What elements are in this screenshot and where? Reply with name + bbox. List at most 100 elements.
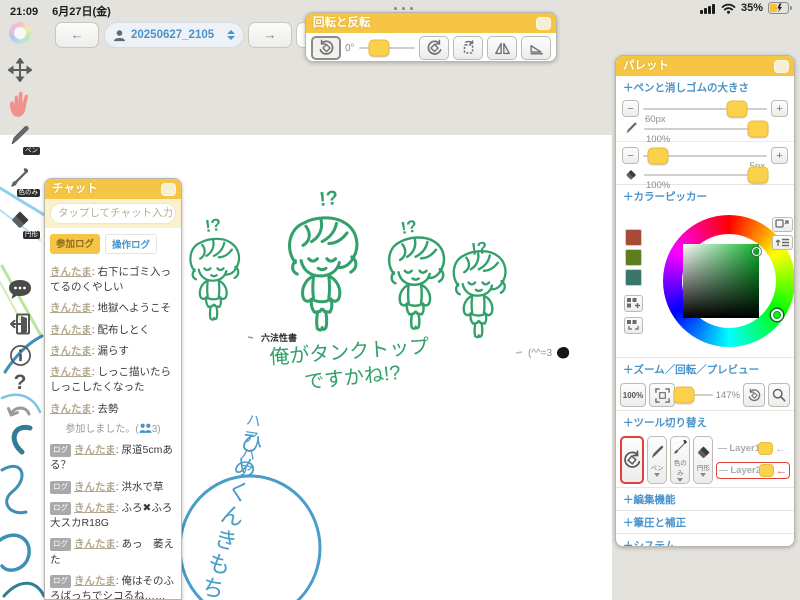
zoom-slider[interactable] xyxy=(673,386,713,404)
battery-percent: 35% xyxy=(740,2,763,14)
palette-panel-header[interactable]: パレット xyxy=(616,56,794,76)
chat-username[interactable]: きんたま xyxy=(74,502,116,514)
pen-size-minus-button[interactable]: − xyxy=(622,100,639,117)
layer-row-2[interactable]: Layer2 ← xyxy=(716,462,791,479)
tool-rotate-view[interactable] xyxy=(620,436,644,484)
tool-eyedropper[interactable]: 色のみ xyxy=(670,436,691,484)
hand-tool[interactable] xyxy=(0,88,40,118)
pen-opacity-slider[interactable]: 100% xyxy=(644,120,769,145)
tool-eraser[interactable]: 円形 xyxy=(693,436,714,484)
chat-toggle-tool[interactable] xyxy=(0,278,40,302)
chat-username[interactable]: きんたま xyxy=(74,444,116,456)
section-pen-eraser-size[interactable]: ＋ペンと消しゴムの大きさ xyxy=(616,76,794,98)
flip-horizontal-icon xyxy=(494,42,510,55)
chat-username[interactable]: きんたま xyxy=(74,538,116,550)
forward-button[interactable]: → xyxy=(248,22,292,48)
flip-horizontal-button[interactable] xyxy=(487,36,517,60)
tool-pen-label: ペン xyxy=(650,464,664,472)
rotation-reset-icon xyxy=(463,40,473,54)
eraser-opacity-slider[interactable]: 100% xyxy=(644,166,769,191)
chat-panel-title: チャット xyxy=(52,183,98,195)
chat-username[interactable]: きんたま xyxy=(74,481,116,493)
chat-username[interactable]: きんたま xyxy=(50,302,92,314)
eraser-size-slider[interactable]: 5px xyxy=(643,147,767,172)
eraser-opacity-slider-thumb[interactable] xyxy=(747,166,769,184)
sv-selector[interactable] xyxy=(752,247,761,256)
section-color-picker[interactable]: ＋カラーピッカー xyxy=(616,184,794,207)
section-zoom-rotate-preview[interactable]: ＋ズーム／回転／プレビュー xyxy=(616,357,794,380)
section-edit-functions[interactable]: ＋編集機能 xyxy=(616,487,794,510)
zoom-slider-thumb[interactable] xyxy=(673,386,695,404)
layer2-opacity-knob[interactable] xyxy=(759,464,775,477)
layer-row-1[interactable]: Layer1 ← xyxy=(716,441,790,456)
color-wheel-tool[interactable] xyxy=(0,22,40,44)
color-swatch-red[interactable] xyxy=(625,229,642,246)
rotate-cw-button[interactable] xyxy=(419,36,449,60)
tab-operation-log[interactable]: 操作ログ xyxy=(105,234,158,254)
rotation-panel-title: 回転と反転 xyxy=(313,17,371,29)
eyedropper-tool[interactable]: 色のみ xyxy=(0,166,40,197)
room-name: 20250627_2105 xyxy=(131,29,215,41)
rotate-cw-icon xyxy=(427,39,441,55)
undo-tool[interactable] xyxy=(0,404,40,426)
section-system[interactable]: ＋システム xyxy=(616,533,794,546)
exit-room-tool[interactable] xyxy=(0,312,40,336)
magnifier-button[interactable] xyxy=(768,383,790,407)
layer1-select-arrow[interactable]: ← xyxy=(775,443,786,455)
section-tool-switch[interactable]: ＋ツール切り替え xyxy=(616,410,794,433)
move-tool[interactable] xyxy=(0,58,40,82)
eraser-size-minus-button[interactable]: − xyxy=(622,147,639,164)
saturation-value-square[interactable] xyxy=(683,244,759,318)
color-swatch-olive[interactable] xyxy=(625,249,642,266)
eraser-icon xyxy=(12,211,29,228)
chat-panel-header[interactable]: チャット xyxy=(45,179,181,199)
back-button[interactable]: ← xyxy=(55,22,99,48)
color-history-button[interactable] xyxy=(772,235,793,250)
layer2-select-arrow[interactable]: ← xyxy=(776,465,787,477)
chat-username[interactable]: きんたま xyxy=(50,266,92,278)
tool-pen[interactable]: ペン xyxy=(647,436,668,484)
zoom-reset-button[interactable]: 100% xyxy=(620,383,646,407)
minimize-button[interactable] xyxy=(536,16,551,30)
pen-size-slider-thumb[interactable] xyxy=(726,100,748,117)
pen-opacity-slider-thumb[interactable] xyxy=(747,120,769,137)
palette-swap-icon xyxy=(627,320,639,330)
pen-size-slider[interactable]: 60px xyxy=(643,100,767,125)
tool-eraser-label: 円形 xyxy=(696,464,710,472)
eraser-size-plus-button[interactable]: + xyxy=(771,147,788,164)
info-tool[interactable] xyxy=(0,344,40,367)
color-copy-button[interactable] xyxy=(772,217,793,232)
minimize-button[interactable] xyxy=(161,182,176,196)
pen-size-plus-button[interactable]: + xyxy=(771,100,788,117)
rotation-slider[interactable] xyxy=(358,39,415,57)
chat-username[interactable]: きんたま xyxy=(50,324,92,336)
room-selector[interactable]: 20250627_2105 xyxy=(104,22,244,48)
view-rotate-reset-button[interactable] xyxy=(743,383,765,407)
minimize-button[interactable] xyxy=(774,59,789,73)
eraser-tool[interactable]: 円形 xyxy=(0,208,40,239)
chat-username[interactable]: きんたま xyxy=(74,575,116,587)
tab-join-log[interactable]: 参加ログ xyxy=(50,234,101,254)
caret-down-icon xyxy=(677,477,684,482)
pen-tool[interactable]: ペン xyxy=(0,124,40,155)
eraser-size-slider-thumb[interactable] xyxy=(647,147,669,164)
undo-icon xyxy=(7,406,31,417)
rotation-reset-button[interactable] xyxy=(453,36,483,60)
pen-tool-label: ペン xyxy=(23,147,40,155)
color-swatch-teal[interactable] xyxy=(625,269,642,286)
layer1-opacity-knob[interactable] xyxy=(758,442,774,455)
fit-view-button[interactable] xyxy=(649,383,675,407)
palette-add-button[interactable] xyxy=(624,295,643,312)
help-tool[interactable]: ? xyxy=(0,372,40,394)
hue-selector[interactable] xyxy=(771,309,783,321)
chat-username[interactable]: きんたま xyxy=(50,345,92,357)
chat-input[interactable]: タップしてチャット入力 xyxy=(50,203,176,224)
chat-username[interactable]: きんたま xyxy=(50,366,92,378)
chat-messages[interactable]: きんたま: 右下にゴミ入ってるのくやしい きんたま: 地獄へようこそ きんたま:… xyxy=(45,256,181,599)
rotation-slider-thumb[interactable] xyxy=(368,39,390,57)
rotate-ccw-button[interactable] xyxy=(311,36,341,60)
palette-swap-button[interactable] xyxy=(624,317,643,334)
section-pressure-correction[interactable]: ＋筆圧と補正 xyxy=(616,510,794,533)
chat-username[interactable]: きんたま xyxy=(50,403,92,415)
flip-vertical-button[interactable] xyxy=(521,36,551,60)
